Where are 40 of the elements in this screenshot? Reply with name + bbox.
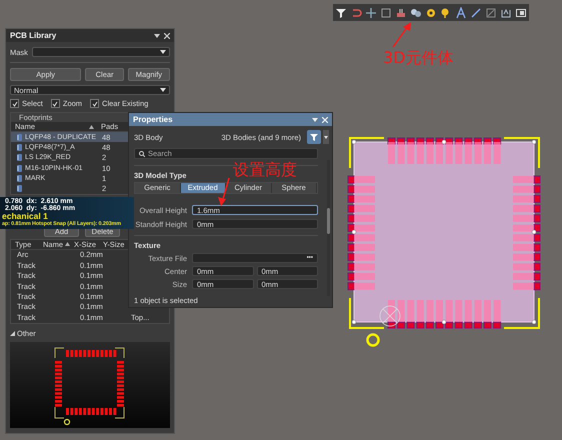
filter-icon — [310, 133, 318, 141]
annotation-arrow — [390, 22, 414, 48]
footprint-icon — [17, 144, 22, 151]
dimension-icon[interactable] — [500, 6, 512, 18]
image-icon[interactable] — [514, 6, 527, 18]
line-icon[interactable] — [470, 6, 482, 18]
panel-title: Properties — [133, 115, 173, 124]
annotation-text: 设置高度 — [233, 161, 297, 178]
footprint-icon — [17, 134, 22, 141]
text-icon[interactable] — [454, 6, 467, 18]
filter-menu-button[interactable] — [323, 130, 329, 144]
sort-arrow-icon — [89, 124, 94, 128]
footprint-icon — [17, 164, 22, 172]
tooltip-text: echanical 1 — [2, 212, 49, 221]
expand-triangle-icon[interactable] — [10, 330, 15, 336]
dropdown-caret-icon — [160, 88, 166, 92]
checkbox[interactable] — [90, 99, 100, 108]
sort-arrow-icon — [65, 242, 70, 246]
close-icon[interactable] — [164, 32, 170, 38]
square-icon[interactable] — [380, 6, 392, 18]
cross-icon[interactable] — [365, 6, 378, 18]
pin-menu-icon[interactable] — [154, 32, 160, 38]
mask-field[interactable] — [32, 47, 170, 57]
footprint-icon — [17, 185, 22, 192]
3d-body-icon[interactable] — [410, 6, 422, 18]
square-line-icon[interactable] — [484, 6, 497, 18]
search-icon — [139, 150, 145, 156]
checkbox[interactable] — [50, 99, 60, 108]
checkbox[interactable] — [10, 99, 19, 108]
footprint-icon — [17, 154, 22, 162]
component-icon[interactable] — [395, 6, 408, 18]
panel-title: PCB Library — [10, 31, 56, 40]
pin-menu-icon[interactable] — [312, 116, 318, 122]
filter-button[interactable] — [307, 130, 321, 144]
dropdown-caret-icon — [324, 136, 328, 138]
footprint-icon — [17, 174, 22, 182]
dropdown-caret-icon — [160, 50, 166, 54]
pad-icon[interactable] — [424, 6, 437, 18]
annotation-text: 3D元件体 — [383, 49, 454, 66]
filter-icon[interactable] — [335, 6, 348, 18]
